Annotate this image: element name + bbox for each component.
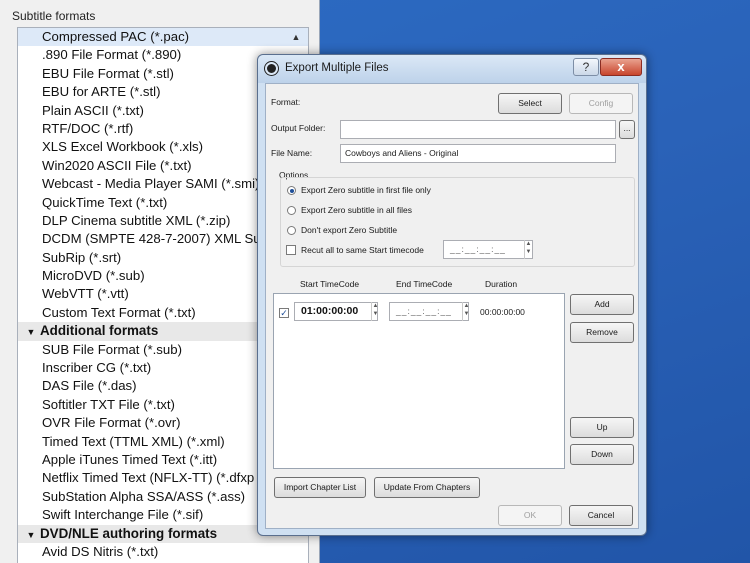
radio-zero-first-file[interactable] [287,186,296,195]
config-button[interactable]: Config [569,93,633,114]
browse-folder-button[interactable]: ... [619,120,635,139]
export-multiple-files-dialog: Export Multiple Files ? x Format: Select… [257,54,647,536]
row-start-timecode-input[interactable]: 01:00:00:00 [294,302,378,321]
recut-checkbox[interactable] [286,245,296,255]
radio-zero-first-file-label: Export Zero subtitle in first file only [301,185,431,195]
format-list-item[interactable]: Avid DS Nitris (*.txt) [18,543,308,561]
remove-button[interactable]: Remove [570,322,634,343]
radio-zero-all-files-label: Export Zero subtitle in all files [301,205,413,215]
cancel-button[interactable]: Cancel [569,505,633,526]
row-duration: 00:00:00:00 [480,307,525,317]
file-name-input[interactable]: Cowboys and Aliens - Original [340,144,616,163]
timecode-list[interactable]: ✓ 01:00:00:00 ▲ ▼ __:__:__:__ ▲ ▼ 00:00:00… [273,293,565,469]
radio-no-zero-label: Don't export Zero Subtitle [301,225,398,235]
dialog-titlebar[interactable]: Export Multiple Files ? x [258,55,646,83]
help-button[interactable]: ? [573,58,599,76]
recut-timecode-spinner[interactable]: ▲ ▼ [524,240,532,259]
add-button[interactable]: Add [570,294,634,315]
scroll-up-arrow-icon[interactable]: ▲ [290,32,302,42]
row-end-timecode-input[interactable]: __:__:__:__ [389,302,469,321]
options-group: Export Zero subtitle in first file only … [280,177,635,267]
recut-label: Recut all to same Start timecode [301,245,424,255]
recut-timecode-input[interactable]: __:__:__:__ [443,240,533,259]
ok-button[interactable]: OK [498,505,562,526]
format-group-label: Additional formats [40,323,159,339]
output-folder-input[interactable] [340,120,616,139]
radio-zero-all-files[interactable] [287,206,296,215]
format-label: Format: [271,97,301,107]
row-checkbox[interactable]: ✓ [279,308,289,318]
dialog-title: Export Multiple Files [285,62,389,74]
close-button[interactable]: x [600,58,642,76]
format-group-label: DVD/NLE authoring formats [40,525,218,541]
end-timecode-header: End TimeCode [396,279,453,289]
import-chapter-list-button[interactable]: Import Chapter List [274,477,366,498]
update-from-chapters-button[interactable]: Update From Chapters [374,477,480,498]
format-list-item[interactable]: Compressed PAC (*.pac) [18,28,308,47]
collapse-arrow-icon[interactable]: ▼ [22,526,40,544]
output-folder-label: Output Folder: [271,123,326,133]
radio-no-zero[interactable] [287,226,296,235]
file-name-label: File Name: [271,148,313,158]
row-end-spinner[interactable]: ▲ ▼ [462,302,470,321]
app-icon [265,62,278,75]
down-button[interactable]: Down [570,444,634,465]
select-button[interactable]: Select [498,93,562,114]
start-timecode-header: Start TimeCode [300,279,360,289]
collapse-arrow-icon[interactable]: ▼ [22,323,40,341]
row-start-spinner[interactable]: ▲ ▼ [371,302,379,321]
up-button[interactable]: Up [570,417,634,438]
duration-header: Duration [485,279,518,289]
formats-panel-title: Subtitle formats [12,9,96,23]
dialog-body: Format: Select Config Output Folder: ...… [265,83,639,529]
